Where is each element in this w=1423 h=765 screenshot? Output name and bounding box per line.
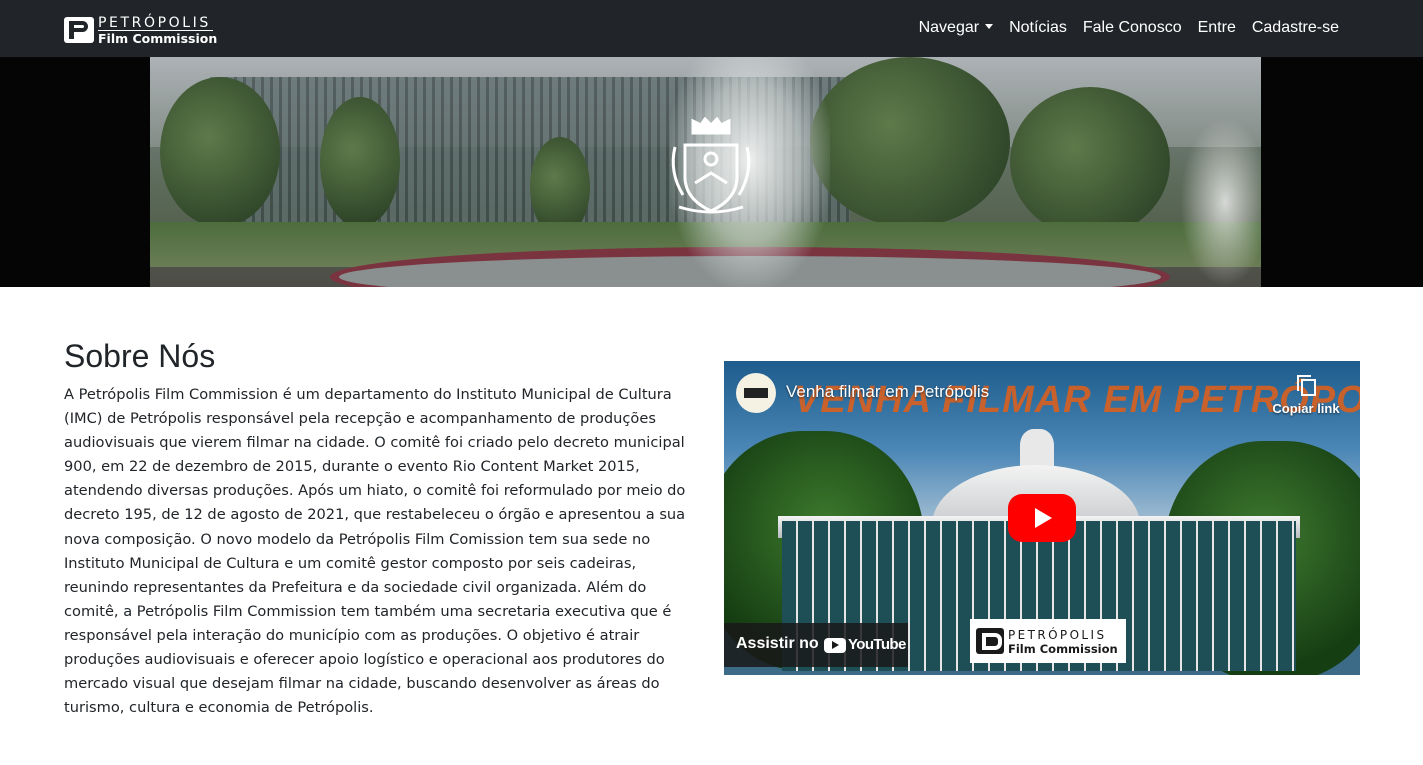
video-overlay-logo: PETRÓPOLIS Film Commission bbox=[970, 619, 1126, 663]
video-logo-top: PETRÓPOLIS bbox=[1008, 628, 1107, 642]
brand-logo[interactable]: PETRÓPOLIS Film Commission bbox=[64, 15, 218, 46]
watch-on-youtube-button[interactable]: Assistir no YouTube bbox=[724, 623, 908, 667]
page-title: Sobre Nós bbox=[64, 338, 216, 374]
nav-navegar-label: Navegar bbox=[918, 19, 980, 36]
nav-links: Navegar Notícias Fale Conosco Entre Cada… bbox=[911, 17, 1347, 39]
youtube-video-embed[interactable]: VENHA FILMAR EM PETRÓPOLIS Venha filmar … bbox=[724, 361, 1360, 675]
copy-link-button[interactable]: Copiar link bbox=[1266, 375, 1346, 416]
petropolis-logo-icon bbox=[64, 17, 94, 43]
copy-icon bbox=[1297, 375, 1316, 396]
caret-down-icon bbox=[985, 24, 994, 29]
watch-on-label: Assistir no bbox=[736, 635, 819, 652]
petropolis-logo-icon bbox=[976, 628, 1004, 654]
navbar: PETRÓPOLIS Film Commission Navegar Notíc… bbox=[0, 0, 1423, 57]
brand-bottom-text: Film Commission bbox=[98, 31, 218, 46]
hero-banner bbox=[0, 57, 1423, 287]
nav-entre[interactable]: Entre bbox=[1190, 17, 1244, 39]
play-button[interactable] bbox=[1008, 494, 1076, 542]
youtube-icon bbox=[824, 638, 846, 653]
nav-cadastre-se[interactable]: Cadastre-se bbox=[1244, 17, 1347, 39]
video-title[interactable]: Venha filmar em Petrópolis bbox=[786, 382, 989, 402]
brand-top-text: PETRÓPOLIS bbox=[98, 15, 211, 31]
about-paragraph: A Petrópolis Film Commission é um depart… bbox=[64, 386, 686, 717]
copy-link-label: Copiar link bbox=[1272, 401, 1340, 416]
city-crest-icon bbox=[671, 117, 751, 214]
nav-fale-conosco[interactable]: Fale Conosco bbox=[1075, 17, 1190, 39]
nav-navegar-dropdown[interactable]: Navegar bbox=[911, 17, 1001, 39]
channel-avatar[interactable] bbox=[736, 373, 776, 413]
nav-noticias[interactable]: Notícias bbox=[1001, 17, 1075, 39]
video-logo-bottom: Film Commission bbox=[1008, 642, 1118, 656]
youtube-wordmark: YouTube bbox=[848, 636, 906, 653]
